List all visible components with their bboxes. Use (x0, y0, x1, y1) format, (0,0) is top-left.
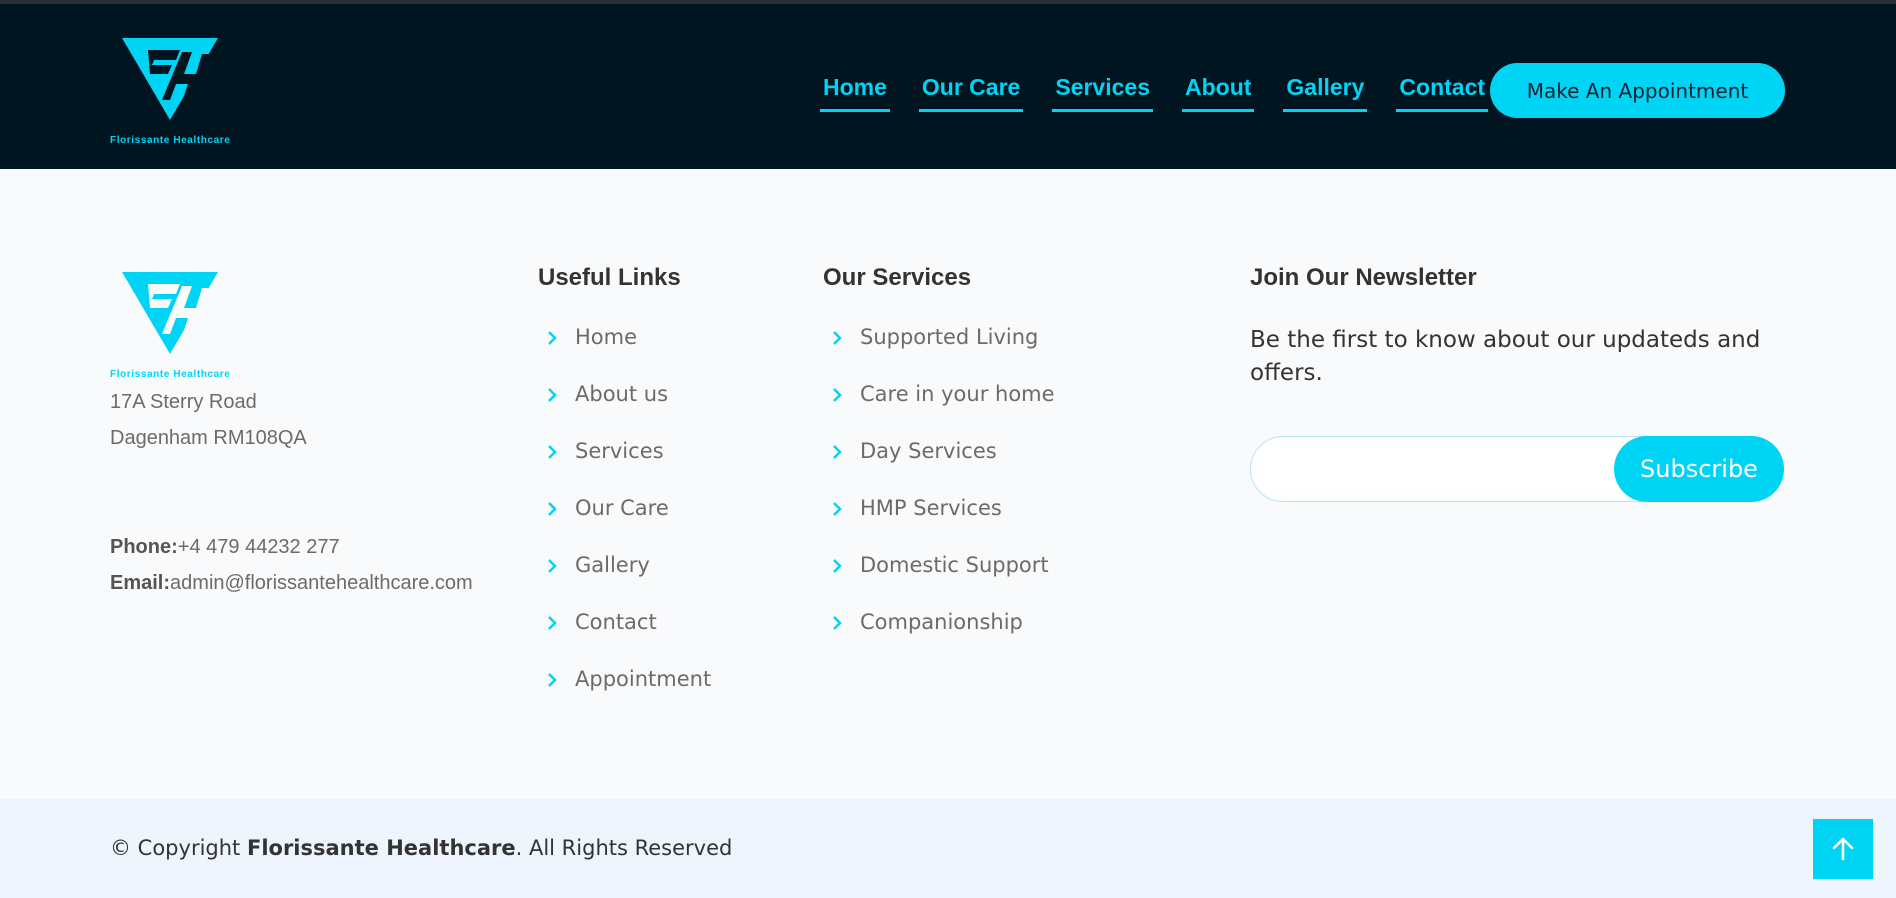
header-logo[interactable]: Florissante Healthcare (110, 34, 230, 146)
copyright-company: Florissante Healthcare (246, 836, 516, 860)
chevron-right-icon (833, 331, 842, 345)
email-line: Email:admin@florissantehealthcare.com (110, 572, 473, 595)
chevron-right-icon (833, 559, 842, 573)
chevron-right-icon (548, 616, 557, 630)
phone-label: Phone: (110, 536, 178, 558)
chevron-right-icon (833, 616, 842, 630)
our-services-list: Supported Living Care in your home Day S… (830, 324, 1055, 666)
phone-line: Phone:+4 479 44232 277 (110, 536, 340, 559)
service-link-care-in-your-home[interactable]: Care in your home (830, 381, 1055, 438)
useful-link-about[interactable]: About us (545, 381, 711, 438)
logo-text: Florissante Healthcare (110, 369, 231, 380)
nav-our-care[interactable]: Our Care (918, 74, 1024, 112)
subscribe-button[interactable]: Subscribe (1614, 436, 1784, 502)
chevron-right-icon (833, 388, 842, 402)
nav-home[interactable]: Home (820, 74, 890, 112)
chevron-right-icon (548, 331, 557, 345)
footer-logo[interactable]: Florissante Healthcare (110, 268, 230, 380)
nav-gallery[interactable]: Gallery (1283, 74, 1368, 112)
chevron-right-icon (548, 502, 557, 516)
chevron-right-icon (548, 559, 557, 573)
newsletter-form: Subscribe (1250, 436, 1784, 502)
address-line-2: Dagenham RM108QA (110, 427, 307, 449)
copyright-text: © Copyright Florissante Healthcare. All … (110, 836, 732, 860)
useful-link-appointment[interactable]: Appointment (545, 666, 711, 723)
copyright-suffix: . All Rights Reserved (515, 836, 733, 860)
email-value[interactable]: admin@florissantehealthcare.com (170, 572, 473, 594)
chevron-right-icon (548, 445, 557, 459)
useful-link-services[interactable]: Services (545, 438, 711, 495)
useful-link-home[interactable]: Home (545, 324, 711, 381)
useful-links-list: Home About us Services Our Care Gallery … (545, 324, 711, 723)
service-link-day-services[interactable]: Day Services (830, 438, 1055, 495)
chevron-right-icon (548, 388, 557, 402)
service-link-companionship[interactable]: Companionship (830, 609, 1055, 666)
arrow-up-icon (1832, 837, 1854, 861)
newsletter-description: Be the first to know about our updateds … (1250, 327, 1761, 386)
chevron-right-icon (833, 502, 842, 516)
useful-links-title: Useful Links (538, 264, 681, 291)
service-link-hmp-services[interactable]: HMP Services (830, 495, 1055, 552)
nav-contact[interactable]: Contact (1396, 74, 1489, 112)
useful-link-our-care[interactable]: Our Care (545, 495, 711, 552)
newsletter-email-input[interactable] (1265, 447, 1625, 491)
newsletter-title: Join Our Newsletter (1250, 264, 1477, 291)
useful-link-contact[interactable]: Contact (545, 609, 711, 666)
main-nav: Home Our Care Services About Gallery Con… (820, 74, 1489, 112)
email-label: Email: (110, 572, 171, 594)
chevron-right-icon (548, 673, 557, 687)
nav-services[interactable]: Services (1052, 74, 1153, 112)
nav-about[interactable]: About (1181, 74, 1255, 112)
service-link-supported-living[interactable]: Supported Living (830, 324, 1055, 381)
logo-mark-icon (122, 272, 218, 354)
logo-text: Florissante Healthcare (110, 135, 231, 146)
make-appointment-button[interactable]: Make An Appointment (1490, 63, 1785, 118)
logo-mark-icon (122, 38, 218, 120)
back-to-top-button[interactable] (1813, 819, 1873, 879)
useful-link-gallery[interactable]: Gallery (545, 552, 711, 609)
chevron-right-icon (833, 445, 842, 459)
copyright-prefix: © Copyright (110, 836, 241, 860)
our-services-title: Our Services (823, 264, 972, 291)
service-link-domestic-support[interactable]: Domestic Support (830, 552, 1055, 609)
address-line-1: 17A Sterry Road (110, 391, 257, 413)
site-header: Florissante Healthcare Home Our Care Ser… (0, 4, 1896, 169)
phone-value[interactable]: +4 479 44232 277 (178, 536, 340, 558)
